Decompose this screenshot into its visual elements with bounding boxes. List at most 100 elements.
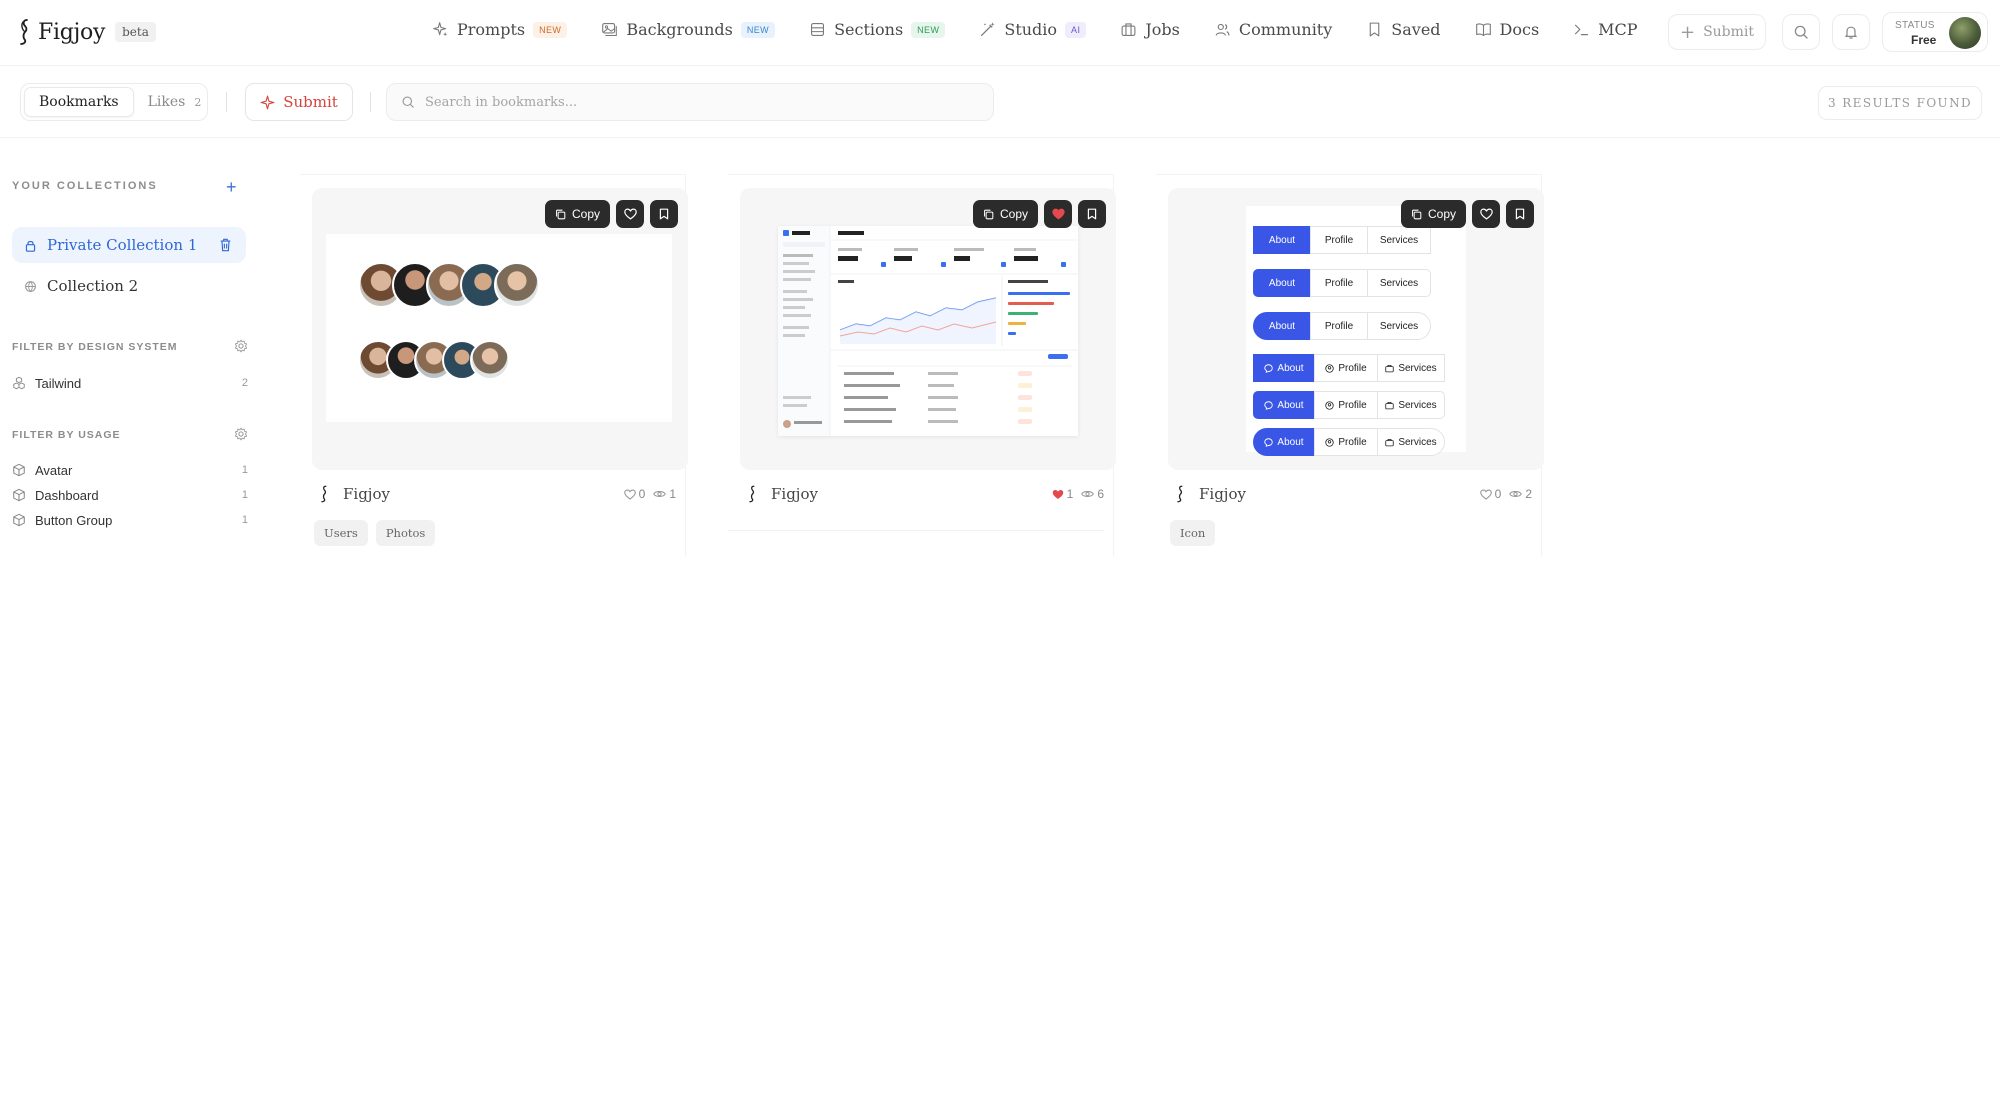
copy-button[interactable]: Copy — [1400, 200, 1466, 228]
lock-icon — [25, 240, 36, 252]
card-actions: Copy — [1395, 200, 1534, 228]
like-count: 0 — [623, 487, 646, 501]
bookmarks-likes-switcher: Bookmarks Likes 2 — [20, 83, 208, 121]
nav-studio-tag: AI — [1065, 21, 1087, 38]
component-card[interactable]: Copy Figjoy 0 1 Users Photos — [300, 174, 688, 556]
divider — [226, 92, 227, 112]
card-preview[interactable]: Copy — [740, 188, 1116, 470]
divider — [1156, 174, 1542, 175]
nav-saved-label: Saved — [1391, 20, 1441, 39]
copy-button[interactable]: Copy — [544, 200, 610, 228]
heart-icon — [623, 488, 636, 500]
divider — [728, 174, 1114, 175]
nav-docs[interactable]: Docs — [1475, 20, 1539, 39]
filter-count: 1 — [241, 514, 248, 526]
button-group-with-icons: About Profile Services — [1253, 428, 1445, 456]
collection-2[interactable]: Collection 2 — [12, 268, 246, 304]
card-preview[interactable]: About Profile Services About Profile Ser… — [1168, 188, 1544, 470]
user-circle-icon — [1325, 437, 1334, 447]
view-count: 6 — [1081, 487, 1104, 501]
profile-label: Profile — [1338, 436, 1367, 448]
like-button[interactable] — [1044, 200, 1072, 228]
nav-backgrounds[interactable]: Backgrounds NEW — [601, 20, 776, 39]
profile-label: Profile — [1338, 399, 1367, 411]
filter-button-group[interactable]: Button Group 1 — [12, 509, 248, 531]
profile-button: Profile — [1314, 391, 1378, 419]
view-count-value: 1 — [669, 487, 676, 501]
nav-community-label: Community — [1238, 20, 1333, 39]
tag[interactable]: Users — [314, 520, 368, 546]
cube-icon — [13, 463, 25, 477]
filter-tailwind[interactable]: Tailwind 2 — [12, 372, 248, 394]
gear-icon[interactable] — [234, 427, 248, 441]
header-submit-button[interactable]: + Submit — [1668, 14, 1766, 50]
component-card[interactable]: Copy Figjoy 1 6 — [728, 174, 1116, 556]
tag[interactable]: Photos — [375, 520, 436, 546]
nav-studio[interactable]: Studio AI — [979, 20, 1087, 39]
filter-avatar[interactable]: Avatar 1 — [12, 459, 248, 481]
nav-saved[interactable]: Saved — [1366, 20, 1441, 39]
bookmark-button[interactable] — [1506, 200, 1534, 228]
user-circle-icon — [1325, 363, 1334, 373]
briefcase-icon — [1385, 401, 1394, 409]
search-button[interactable] — [1782, 14, 1820, 50]
view-count: 2 — [1509, 487, 1532, 501]
add-collection-button[interactable]: + — [226, 178, 237, 196]
bookmark-button[interactable] — [1078, 200, 1106, 228]
services-label: Services — [1398, 399, 1437, 411]
bell-icon — [1845, 26, 1857, 39]
nav-community[interactable]: Community — [1214, 20, 1332, 39]
button-group: About Profile Services — [1253, 269, 1431, 297]
status-label: STATUS — [1895, 20, 1935, 31]
briefcase-icon — [1121, 23, 1136, 37]
like-count-value: 0 — [638, 487, 646, 501]
services-button: Services — [1367, 226, 1431, 254]
nav-jobs[interactable]: Jobs — [1120, 20, 1180, 39]
divider — [728, 530, 1104, 531]
collection-private-1[interactable]: Private Collection 1 — [12, 227, 246, 263]
card-author[interactable]: Figjoy — [343, 485, 390, 503]
card-preview[interactable]: Copy — [312, 188, 688, 470]
bookmark-button[interactable] — [650, 200, 678, 228]
nav-sections[interactable]: Sections NEW — [809, 20, 946, 39]
like-count: 1 — [1052, 487, 1073, 501]
user-avatar[interactable] — [1949, 17, 1981, 49]
cubes-icon — [13, 376, 25, 390]
like-button[interactable] — [1472, 200, 1500, 228]
button-group-preview: About Profile Services About Profile Ser… — [1246, 206, 1466, 456]
chat-icon — [1264, 363, 1274, 373]
like-button[interactable] — [616, 200, 644, 228]
component-card[interactable]: About Profile Services About Profile Ser… — [1156, 174, 1544, 556]
account-status[interactable]: STATUS Free — [1882, 12, 1988, 52]
brand-logo[interactable]: Figjoy beta — [18, 18, 156, 46]
card-author[interactable]: Figjoy — [1199, 485, 1246, 503]
top-navigation: Figjoy beta Prompts NEW Backgrounds NEW … — [0, 0, 2000, 66]
card-meta: Figjoy 1 6 — [748, 482, 1104, 506]
view-count-value: 2 — [1525, 487, 1532, 501]
notifications-button[interactable] — [1832, 14, 1870, 50]
services-button: Services — [1377, 428, 1445, 456]
profile-button: Profile — [1314, 354, 1378, 382]
search-input[interactable] — [425, 94, 965, 110]
trash-icon[interactable] — [219, 238, 232, 252]
services-label: Services — [1398, 362, 1437, 374]
filter-dashboard[interactable]: Dashboard 1 — [12, 484, 248, 506]
submit-label: Submit — [283, 93, 338, 111]
nav-backgrounds-tag: NEW — [740, 21, 776, 38]
copy-label: Copy — [999, 207, 1028, 221]
card-stats: 0 1 — [616, 487, 676, 501]
copy-button[interactable]: Copy — [972, 200, 1038, 228]
tab-likes[interactable]: Likes 2 — [134, 87, 216, 117]
tab-bookmarks[interactable]: Bookmarks — [24, 87, 134, 117]
submit-button[interactable]: Submit — [245, 83, 353, 121]
nav-mcp[interactable]: MCP — [1573, 20, 1638, 39]
tab-likes-label: Likes — [147, 94, 186, 110]
header-submit-label: Submit — [1703, 24, 1755, 40]
card-author[interactable]: Figjoy — [771, 485, 818, 503]
figjoy-logo-icon — [1177, 485, 1183, 503]
tag[interactable]: Icon — [1170, 520, 1216, 546]
about-label: About — [1277, 436, 1304, 448]
gear-icon[interactable] — [234, 339, 248, 353]
nav-prompts[interactable]: Prompts NEW — [432, 20, 568, 39]
about-label: About — [1277, 399, 1304, 411]
